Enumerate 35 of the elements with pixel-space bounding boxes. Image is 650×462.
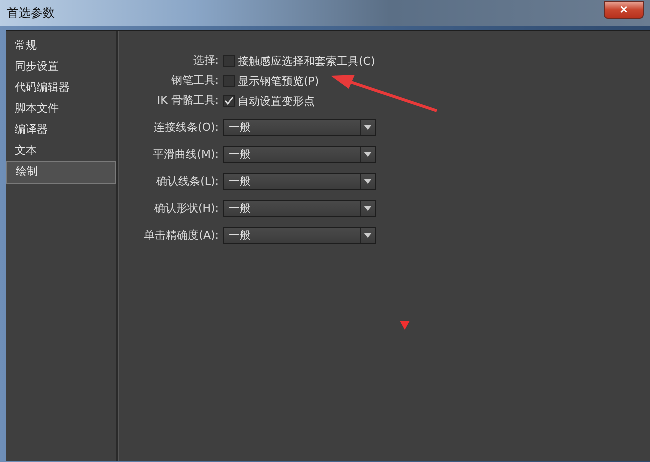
checkbox[interactable] bbox=[223, 55, 235, 67]
sidebar-item[interactable]: 绘制 bbox=[6, 161, 116, 184]
sidebar-item[interactable]: 编译器 bbox=[6, 119, 116, 140]
dropdown[interactable]: 一般 bbox=[223, 146, 376, 163]
annotation-arrow-icon bbox=[329, 73, 439, 113]
option-label: 钢笔工具: bbox=[170, 73, 219, 89]
checkbox-label: 显示钢笔预览(P) bbox=[238, 74, 320, 88]
caret-icon bbox=[364, 206, 372, 211]
caret-icon bbox=[364, 179, 372, 184]
caret-icon bbox=[364, 233, 372, 238]
checkbox[interactable] bbox=[223, 75, 235, 87]
dropdown-label: 确认形状(H): bbox=[153, 200, 219, 216]
dropdown[interactable]: 一般 bbox=[223, 119, 376, 136]
option-label: IK 骨骼工具: bbox=[156, 93, 219, 109]
option-label: 选择: bbox=[192, 53, 219, 69]
close-button[interactable]: × bbox=[604, 1, 644, 19]
dropdown-label: 连接线条(O): bbox=[153, 120, 219, 136]
dropdown[interactable]: 一般 bbox=[223, 200, 376, 217]
sidebar-item[interactable]: 同步设置 bbox=[6, 56, 116, 77]
window-title: 首选参数 bbox=[7, 4, 55, 22]
checkbox-label: 接触感应选择和套索工具(C) bbox=[238, 54, 376, 68]
caret-icon bbox=[364, 125, 372, 130]
caret-icon bbox=[364, 152, 372, 157]
sidebar-item[interactable]: 代码编辑器 bbox=[6, 77, 116, 98]
dropdown[interactable]: 一般 bbox=[223, 227, 376, 244]
dropdown-label: 平滑曲线(M): bbox=[152, 146, 219, 162]
checkbox-label: 自动设置变形点 bbox=[238, 94, 315, 108]
dropdown[interactable]: 一般 bbox=[223, 173, 376, 190]
sidebar-item[interactable]: 常规 bbox=[6, 35, 116, 56]
sidebar-item[interactable]: 文本 bbox=[6, 140, 116, 161]
dropdown-label: 确认线条(L): bbox=[156, 174, 219, 190]
triangle-marker-icon bbox=[400, 321, 410, 330]
sidebar-item[interactable]: 脚本文件 bbox=[6, 98, 116, 119]
checkbox[interactable] bbox=[223, 95, 235, 107]
dropdown-label: 单击精确度(A): bbox=[143, 228, 219, 244]
